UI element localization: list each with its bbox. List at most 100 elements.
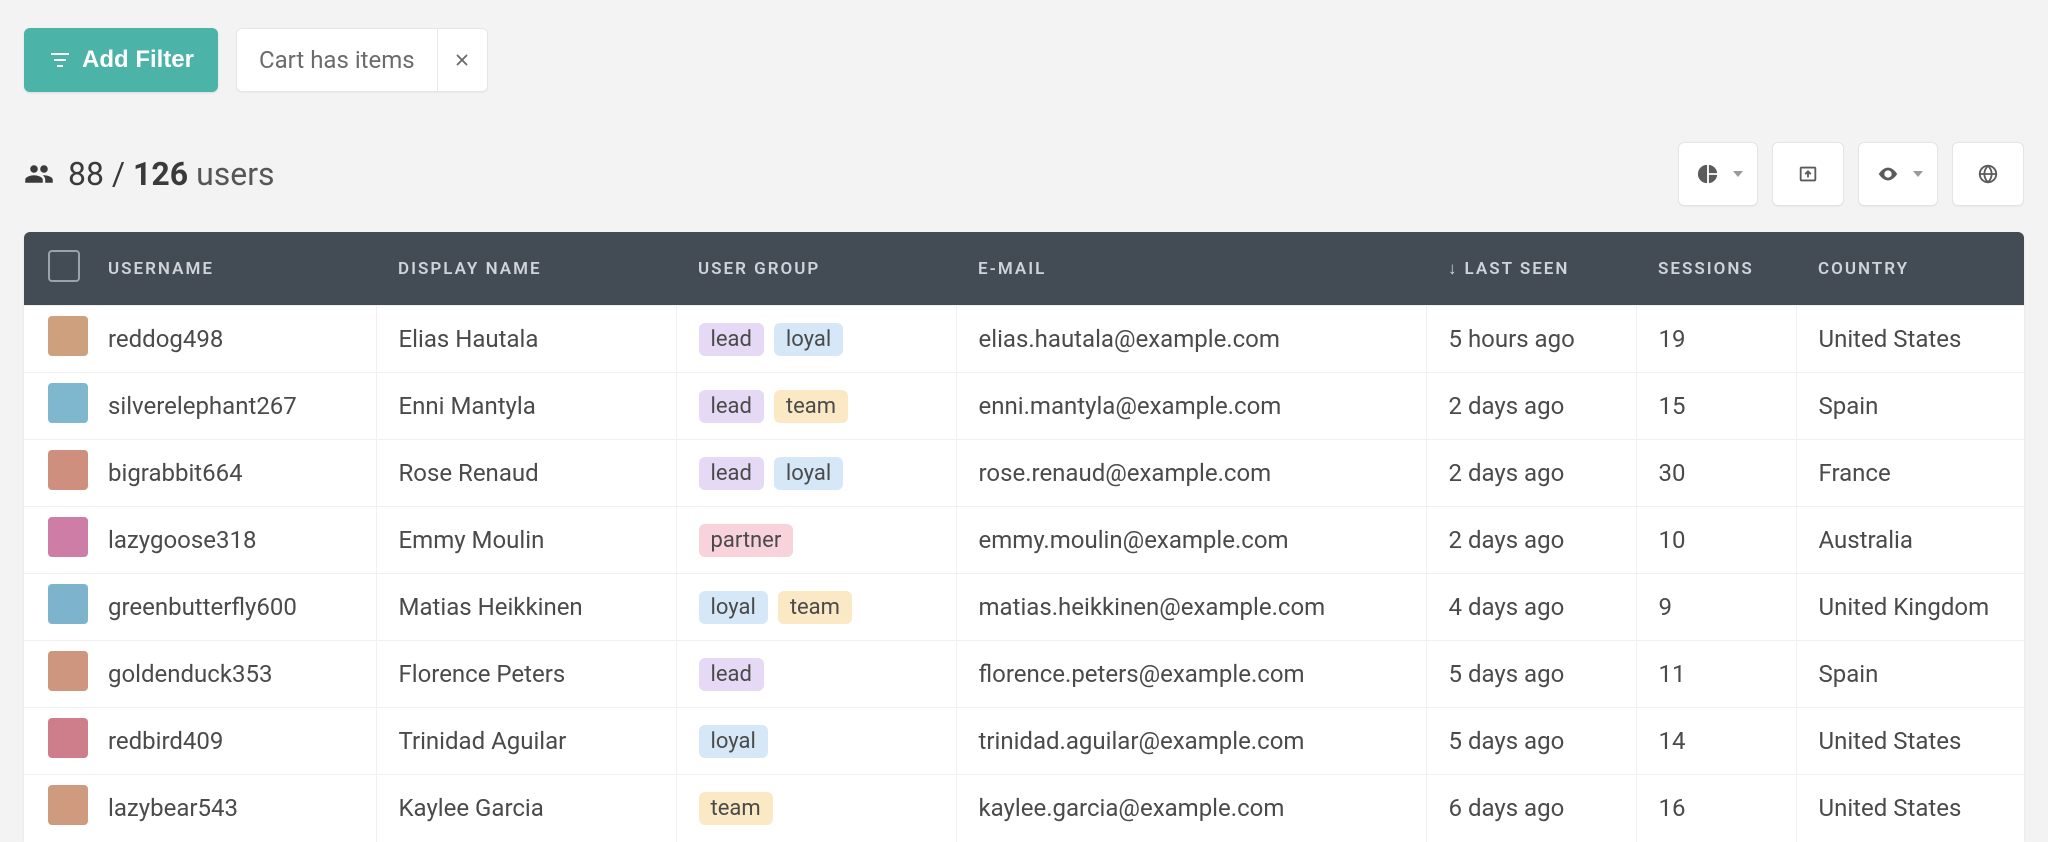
users-table-wrap: USERNAME DISPLAY NAME USER GROUP E-MAIL … <box>24 232 2024 842</box>
tag-lead: lead <box>699 390 764 423</box>
cell-lastseen: 2 days ago <box>1426 507 1636 574</box>
cell-sessions: 10 <box>1636 507 1796 574</box>
cell-usergroup: partner <box>676 507 956 574</box>
col-usergroup[interactable]: USER GROUP <box>676 232 956 306</box>
cell-usergroup: loyal <box>676 708 956 775</box>
cell-country: France <box>1796 440 2024 507</box>
filter-chip-remove[interactable] <box>437 29 487 91</box>
cell-username: greenbutterfly600 <box>86 574 376 641</box>
col-displayname[interactable]: DISPLAY NAME <box>376 232 676 306</box>
cell-email: enni.mantyla@example.com <box>956 373 1426 440</box>
users-table: USERNAME DISPLAY NAME USER GROUP E-MAIL … <box>24 232 2024 842</box>
cell-lastseen: 5 days ago <box>1426 708 1636 775</box>
cell-username: redbird409 <box>86 708 376 775</box>
cell-username: lazygoose318 <box>86 507 376 574</box>
table-row[interactable]: lazybear543Kaylee Garciateamkaylee.garci… <box>24 775 2024 842</box>
cell-country: United States <box>1796 708 2024 775</box>
add-filter-label: Add Filter <box>82 46 194 74</box>
cell-usergroup: loyal team <box>676 574 956 641</box>
avatar <box>48 517 88 557</box>
avatar <box>48 316 88 356</box>
avatar <box>48 651 88 691</box>
cell-email: trinidad.aguilar@example.com <box>956 708 1426 775</box>
user-count: 88 / 126 users <box>24 155 275 193</box>
table-row[interactable]: goldenduck353Florence Petersleadflorence… <box>24 641 2024 708</box>
cell-lastseen: 2 days ago <box>1426 373 1636 440</box>
table-row[interactable]: bigrabbit664Rose Renaudleadloyalrose.ren… <box>24 440 2024 507</box>
cell-username: bigrabbit664 <box>86 440 376 507</box>
cell-country: United Kingdom <box>1796 574 2024 641</box>
cell-usergroup: lead loyal <box>676 440 956 507</box>
export-button[interactable] <box>1772 142 1844 206</box>
avatar <box>48 718 88 758</box>
cell-country: Spain <box>1796 641 2024 708</box>
col-sessions[interactable]: SESSIONS <box>1636 232 1796 306</box>
close-icon <box>453 51 471 69</box>
cell-lastseen: 5 days ago <box>1426 641 1636 708</box>
cell-displayname: Florence Peters <box>376 641 676 708</box>
tag-loyal: loyal <box>774 457 843 490</box>
tag-loyal: loyal <box>774 323 843 356</box>
cell-lastseen: 6 days ago <box>1426 775 1636 842</box>
cell-email: matias.heikkinen@example.com <box>956 574 1426 641</box>
cell-email: kaylee.garcia@example.com <box>956 775 1426 842</box>
users-icon <box>24 159 54 189</box>
avatar <box>48 450 88 490</box>
tag-lead: lead <box>699 323 764 356</box>
total-count: 126 <box>133 155 188 193</box>
cell-email: rose.renaud@example.com <box>956 440 1426 507</box>
visibility-button[interactable] <box>1858 142 1938 206</box>
col-email[interactable]: E-MAIL <box>956 232 1426 306</box>
tag-loyal: loyal <box>699 725 768 758</box>
chevron-down-icon <box>1913 171 1923 177</box>
filtered-count: 88 <box>68 155 104 193</box>
cell-displayname: Elias Hautala <box>376 306 676 373</box>
table-row[interactable]: redbird409Trinidad Aguilarloyaltrinidad.… <box>24 708 2024 775</box>
cell-lastseen: 2 days ago <box>1426 440 1636 507</box>
filter-chip[interactable]: Cart has items <box>236 28 488 92</box>
table-row[interactable]: greenbutterfly600Matias Heikkinen loyalte… <box>24 574 2024 641</box>
sort-desc-icon: ↓ <box>1448 259 1459 279</box>
tag-lead: lead <box>699 457 764 490</box>
filter-chip-label: Cart has items <box>237 46 437 74</box>
table-row[interactable]: lazygoose318Emmy Moulinpartneremmy.mouli… <box>24 507 2024 574</box>
cell-usergroup: team <box>676 775 956 842</box>
add-filter-button[interactable]: Add Filter <box>24 28 218 92</box>
cell-country: Spain <box>1796 373 2024 440</box>
filter-icon <box>48 48 72 72</box>
cell-sessions: 30 <box>1636 440 1796 507</box>
globe-button[interactable] <box>1952 142 2024 206</box>
cell-displayname: Enni Mantyla <box>376 373 676 440</box>
cell-email: emmy.moulin@example.com <box>956 507 1426 574</box>
export-icon <box>1797 163 1819 185</box>
cell-usergroup: leadteam <box>676 373 956 440</box>
tag-team: team <box>778 591 852 624</box>
tag-loyal: loyal <box>699 591 768 624</box>
table-row[interactable]: silverelephant267Enni Mantylaleadteamenn… <box>24 373 2024 440</box>
table-header-row: USERNAME DISPLAY NAME USER GROUP E-MAIL … <box>24 232 2024 306</box>
select-all-checkbox[interactable] <box>48 250 80 282</box>
tag-lead: lead <box>699 658 764 691</box>
avatar <box>48 383 88 423</box>
eye-icon <box>1877 163 1899 185</box>
cell-sessions: 11 <box>1636 641 1796 708</box>
chart-view-button[interactable] <box>1678 142 1758 206</box>
cell-email: elias.hautala@example.com <box>956 306 1426 373</box>
col-country[interactable]: COUNTRY <box>1796 232 2024 306</box>
cell-username: silverelephant267 <box>86 373 376 440</box>
cell-username: reddog498 <box>86 306 376 373</box>
cell-displayname: Matias Heikkinen <box>376 574 676 641</box>
summary-row: 88 / 126 users <box>24 142 2024 206</box>
table-row[interactable]: reddog498Elias Hautala lead loyal elias.hau… <box>24 306 2024 373</box>
cell-usergroup: lead loyal <box>676 306 956 373</box>
cell-sessions: 14 <box>1636 708 1796 775</box>
cell-lastseen: 4 days ago <box>1426 574 1636 641</box>
col-lastseen-label: LAST SEEN <box>1465 259 1570 279</box>
cell-username: lazybear543 <box>86 775 376 842</box>
cell-sessions: 15 <box>1636 373 1796 440</box>
col-lastseen[interactable]: ↓ LAST SEEN <box>1426 232 1636 306</box>
cell-usergroup: lead <box>676 641 956 708</box>
avatar <box>48 584 88 624</box>
col-username[interactable]: USERNAME <box>86 232 376 306</box>
tag-partner: partner <box>699 524 794 557</box>
